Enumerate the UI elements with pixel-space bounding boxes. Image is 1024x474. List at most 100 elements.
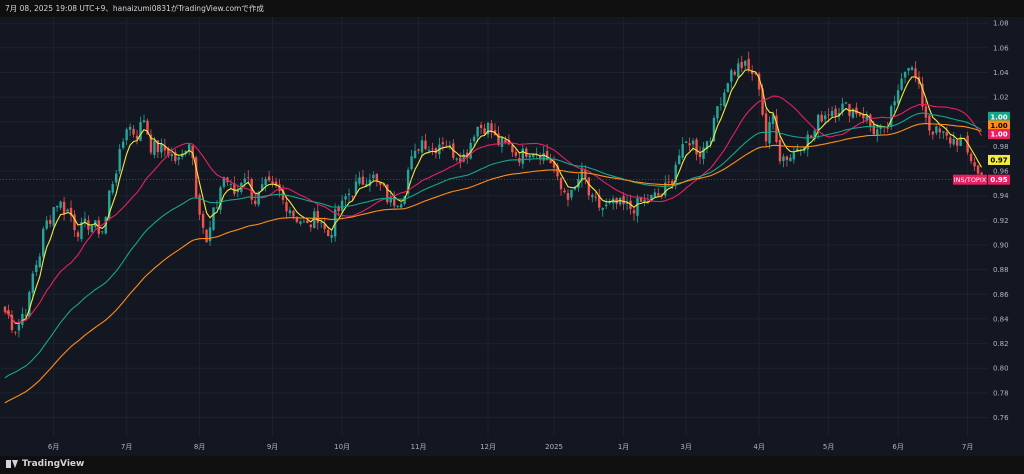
candle-body [587, 177, 591, 196]
candle-body [653, 192, 657, 197]
candle-body [45, 220, 48, 229]
candle-body [247, 177, 250, 179]
candle-body [229, 184, 233, 186]
candle-body [556, 165, 559, 177]
price-label-badge [988, 120, 1010, 131]
candle-body [288, 210, 292, 214]
symbol-name[interactable]: INS/TOPIX · 1日 · TSE [6, 20, 79, 28]
candle-body [313, 211, 316, 229]
y-tick-label: 0.76 [993, 414, 1009, 422]
candle-body [629, 200, 632, 209]
candle-body [778, 139, 782, 162]
candle-body [469, 142, 472, 159]
candle-body [73, 214, 76, 231]
candle-body [917, 76, 921, 85]
candle-body [691, 140, 695, 145]
candle-body [719, 103, 723, 105]
candle-body [226, 177, 229, 183]
candle-body [660, 193, 664, 195]
candle-body [281, 189, 285, 200]
candle-body [132, 128, 135, 135]
open-value: 0.96 [99, 20, 115, 28]
candle-body [118, 149, 121, 172]
candle-body [591, 194, 594, 198]
candle-body [465, 152, 469, 159]
candle-body [3, 306, 7, 312]
candle-body [910, 67, 914, 70]
price-chart[interactable]: 0.76 0.78 0.80 0.82 0.84 0.86 0.88 0.90 0.92 0.94… [0, 0, 1024, 474]
candle-body [181, 153, 184, 157]
candle-body [733, 71, 736, 75]
candle-body [386, 184, 389, 203]
candle-body [139, 122, 142, 141]
candle-body [924, 106, 928, 118]
high-label: 高値 [120, 20, 135, 28]
x-tick-label: 6月 [48, 443, 59, 451]
candle-body [83, 218, 87, 224]
candle-body [260, 184, 264, 191]
candle-body [354, 181, 358, 194]
moving-average-line-1 [4, 95, 982, 324]
candle-body [403, 195, 406, 204]
candle-body [316, 210, 319, 223]
price-label-text: 0.97 [990, 156, 1007, 164]
candle-body [191, 145, 194, 158]
candle-body [420, 140, 424, 153]
candle-body [320, 222, 323, 224]
candle-body [928, 115, 931, 131]
moving-average-line-0 [4, 69, 982, 325]
candle-body [955, 140, 959, 146]
candle-body [893, 101, 896, 106]
candle-body [215, 207, 219, 209]
candle-body [813, 130, 816, 140]
candle-body [108, 190, 111, 218]
candle-body [837, 113, 841, 117]
candle-body [14, 332, 17, 333]
candle-body [931, 131, 935, 135]
candle-body [566, 193, 570, 200]
candle-body [816, 114, 820, 133]
candle-body [264, 178, 267, 186]
candle-body [434, 148, 438, 154]
candle-body [399, 204, 403, 208]
candle-body [372, 174, 375, 179]
candle-body [785, 156, 789, 160]
price-label-badge [988, 111, 1010, 122]
candle-body [379, 182, 382, 185]
candle-body [698, 153, 702, 157]
open-label: 始値 [85, 20, 100, 28]
candle-body [483, 128, 486, 134]
tradingview-logo[interactable]: TradingView [6, 459, 84, 469]
candle-body [622, 195, 625, 205]
candle-body [532, 154, 535, 158]
candle-body [594, 196, 597, 198]
candle-body [406, 169, 410, 194]
candle-body [198, 194, 201, 215]
candle-body [862, 113, 865, 119]
candle-body [87, 220, 90, 230]
y-tick-label: 0.94 [993, 192, 1009, 200]
candle-body [834, 108, 837, 116]
candle-body [417, 149, 420, 151]
candle-body [257, 192, 260, 205]
symbol-legend[interactable]: INS/TOPIX · 1日 · TSE 始値0.96 高値0.96 安値0.9… [6, 19, 286, 29]
candle-body [236, 189, 240, 193]
candle-body [563, 190, 566, 193]
candle-body [636, 197, 639, 216]
candle-body [201, 214, 205, 228]
candle-body [528, 155, 531, 158]
candle-body [267, 176, 271, 181]
candle-body [886, 127, 889, 129]
candle-body [205, 229, 208, 243]
candle-body [976, 165, 980, 174]
price-label-text: 1.00 [990, 113, 1007, 121]
candle-body [681, 144, 684, 158]
candle-body [969, 153, 973, 162]
moving-average-line-3 [4, 123, 982, 404]
candle-body [577, 179, 580, 188]
tradingview-icon [6, 460, 18, 468]
candle-body [28, 292, 31, 317]
candle-body [497, 133, 500, 146]
candle-body [208, 227, 212, 242]
candle-body [823, 115, 827, 120]
